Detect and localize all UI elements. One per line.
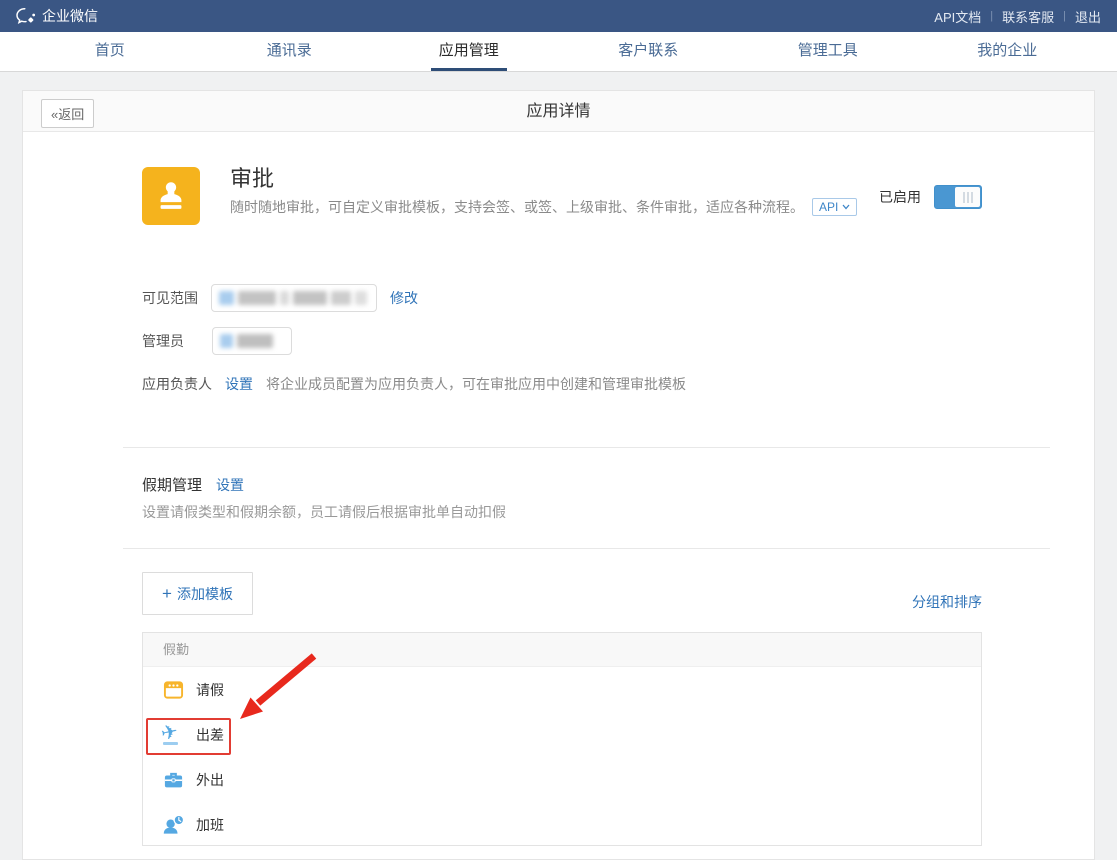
template-item-overtime[interactable]: 加班 <box>143 802 981 847</box>
api-dropdown-label: API <box>819 200 838 214</box>
separator: | <box>990 10 993 22</box>
set-holiday-link[interactable]: 设置 <box>216 475 244 495</box>
chevron-down-icon <box>842 204 850 210</box>
calendar-icon <box>161 678 185 702</box>
tab-home[interactable]: 首页 <box>20 32 200 71</box>
admin-value <box>212 327 292 355</box>
section-divider <box>123 447 1050 448</box>
main-nav: 首页 通讯录 应用管理 客户联系 管理工具 我的企业 <box>0 32 1117 72</box>
owner-hint: 将企业成员配置为应用负责人，可在审批应用中创建和管理审批模板 <box>266 374 686 394</box>
airplane-icon: ✈ <box>161 723 185 747</box>
visible-scope-label: 可见范围 <box>142 288 198 308</box>
section-divider <box>123 548 1050 549</box>
contact-support-link[interactable]: 联系客服 <box>1002 7 1054 26</box>
template-item-going-out[interactable]: 外出 <box>143 757 981 802</box>
admin-label: 管理员 <box>142 331 184 351</box>
back-button[interactable]: «返回 <box>41 99 94 128</box>
toggle-knob <box>955 187 980 207</box>
app-status: 已启用 <box>879 185 982 209</box>
page-title: 应用详情 <box>23 91 1094 132</box>
holiday-section: 假期管理 设置 <box>142 474 244 495</box>
wecom-logo[interactable]: 企业微信 <box>16 6 98 26</box>
brand-name: 企业微信 <box>42 6 98 26</box>
holiday-hint: 设置请假类型和假期余额，员工请假后根据审批单自动扣假 <box>142 502 506 522</box>
app-description-row: 随时随地审批，可自定义审批模板，支持会签、或签、上级审批、条件审批，适应各种流程… <box>230 197 857 217</box>
template-item-label: 出差 <box>196 725 224 745</box>
panel-header: «返回 应用详情 <box>23 91 1094 132</box>
owner-row: 应用负责人 设置 将企业成员配置为应用负责人，可在审批应用中创建和管理审批模板 <box>142 374 686 394</box>
api-doc-link[interactable]: API文档 <box>934 7 981 26</box>
status-label: 已启用 <box>879 187 921 207</box>
template-item-label: 加班 <box>196 815 224 835</box>
modify-scope-link[interactable]: 修改 <box>390 288 418 308</box>
set-owner-link[interactable]: 设置 <box>225 374 253 394</box>
app-detail-panel: «返回 应用详情 审批 随时随地审批，可自定义审批模板，支持会签、或签、上级审批… <box>22 90 1095 860</box>
admin-row: 管理员 <box>142 327 292 355</box>
template-item-label: 外出 <box>196 770 224 790</box>
visible-scope-value <box>211 284 377 312</box>
app-name: 审批 <box>230 161 274 193</box>
template-group-header: 假勤 <box>143 633 981 667</box>
add-template-button[interactable]: + 添加模板 <box>142 572 253 615</box>
tab-customer-contact[interactable]: 客户联系 <box>559 32 739 71</box>
topbar: 企业微信 API文档 | 联系客服 | 退出 <box>0 0 1117 32</box>
owner-label: 应用负责人 <box>142 374 212 394</box>
briefcase-icon <box>161 768 185 792</box>
template-item-business-trip[interactable]: ✈ 出差 <box>143 712 981 757</box>
approval-app-icon <box>142 167 200 225</box>
toggle-grip <box>967 192 969 203</box>
separator: | <box>1063 10 1066 22</box>
logout-link[interactable]: 退出 <box>1075 7 1101 26</box>
stamp-icon <box>151 176 191 216</box>
add-template-label: 添加模板 <box>177 584 233 604</box>
tab-app-management[interactable]: 应用管理 <box>379 32 559 71</box>
overtime-icon <box>161 813 185 837</box>
holiday-title: 假期管理 <box>142 474 202 495</box>
topbar-links: API文档 | 联系客服 | 退出 <box>934 7 1101 26</box>
wecom-bubble-icon <box>16 7 37 26</box>
toggle-grip <box>971 192 973 203</box>
template-item-label: 请假 <box>196 680 224 700</box>
template-item-leave[interactable]: 请假 <box>143 667 981 712</box>
enable-toggle[interactable] <box>934 185 982 209</box>
plus-icon: + <box>162 585 172 602</box>
wecom-admin-screen: 企业微信 API文档 | 联系客服 | 退出 首页 通讯录 应用管理 客户联系 … <box>0 0 1117 860</box>
api-dropdown[interactable]: API <box>812 198 857 216</box>
template-list: 假勤 请假 ✈ 出差 <box>142 632 982 846</box>
toggle-grip <box>963 192 965 203</box>
tab-contacts[interactable]: 通讯录 <box>200 32 380 71</box>
tab-my-company[interactable]: 我的企业 <box>918 32 1098 71</box>
app-description: 随时随地审批，可自定义审批模板，支持会签、或签、上级审批、条件审批，适应各种流程… <box>230 197 804 217</box>
tab-management-tools[interactable]: 管理工具 <box>738 32 918 71</box>
visible-scope-row: 可见范围 修改 <box>142 284 418 312</box>
group-sort-link[interactable]: 分组和排序 <box>912 592 982 612</box>
